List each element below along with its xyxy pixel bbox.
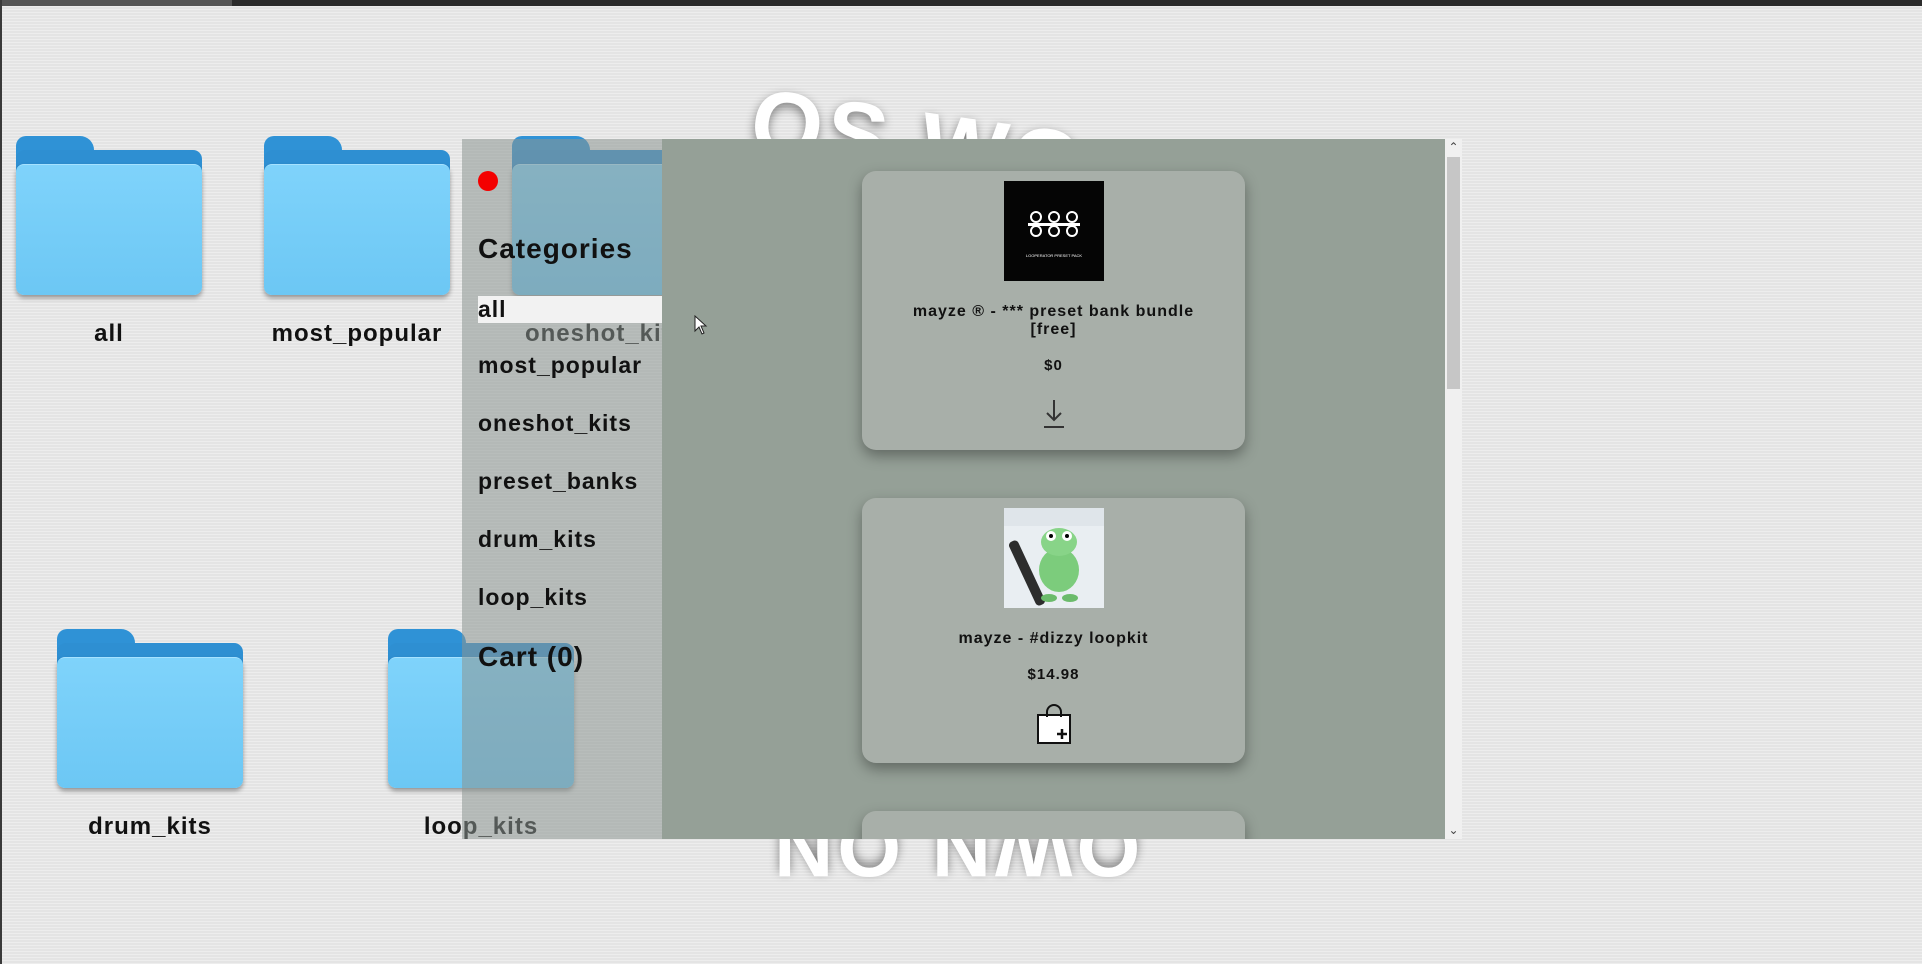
category-all[interactable]: all	[478, 296, 662, 323]
folder-drum-kits[interactable]: drum_kits	[55, 629, 245, 841]
cart-button[interactable]: Cart (0)	[478, 641, 584, 673]
folder-icon	[57, 629, 243, 788]
scrollbar-thumb[interactable]	[1447, 157, 1460, 389]
folder-label: drum_kits	[88, 813, 212, 840]
browser-top-bar	[0, 0, 1922, 6]
mouse-cursor-icon	[694, 314, 708, 340]
product-card: mayze - #dizzy loopkit $14.98	[862, 498, 1245, 763]
scroll-up-icon[interactable]: ⌃	[1445, 139, 1462, 156]
category-preset-banks[interactable]: preset_banks	[478, 468, 638, 495]
add-to-cart-icon[interactable]	[1034, 703, 1074, 744]
product-thumbnail: LOOPERATOR PRESET PACK	[1003, 181, 1104, 281]
category-drum-kits[interactable]: drum_kits	[478, 526, 597, 553]
folder-icon	[264, 136, 450, 295]
download-icon[interactable]	[1034, 394, 1074, 434]
categories-title: Categories	[478, 233, 633, 264]
product-name: mayze - #dizzy loopkit	[958, 630, 1149, 647]
category-loop-kits[interactable]: loop_kits	[478, 584, 588, 611]
folder-most-popular[interactable]: most_popular	[262, 136, 452, 348]
scroll-down-icon[interactable]: ⌄	[1445, 822, 1462, 839]
product-price: $0	[1044, 357, 1063, 374]
folder-label: most_popular	[271, 320, 443, 347]
product-card: LOOPERATOR PRESET PACK mayze ® - *** pre…	[862, 171, 1245, 450]
product-list[interactable]: LOOPERATOR PRESET PACK mayze ® - *** pre…	[662, 139, 1445, 839]
product-card	[862, 811, 1245, 839]
product-name: mayze ® - *** preset bank bundle [free]	[912, 303, 1195, 338]
folder-icon	[16, 136, 202, 295]
close-button[interactable]	[478, 171, 498, 191]
window-edge	[0, 0, 2, 964]
folder-label: all	[94, 320, 124, 347]
scrollbar[interactable]: ⌃ ⌄	[1445, 139, 1462, 839]
category-oneshot-kits[interactable]: oneshot_kits	[478, 410, 632, 437]
svg-text:LOOPERATOR PRESET PACK: LOOPERATOR PRESET PACK	[1025, 253, 1081, 258]
product-price: $14.98	[1027, 666, 1080, 683]
categories-sidebar: Categories all most_popular oneshot_kits…	[462, 139, 662, 839]
product-thumbnail	[1003, 508, 1104, 608]
category-most-popular[interactable]: most_popular	[478, 352, 642, 379]
folder-all[interactable]: all	[14, 136, 204, 348]
shop-window: Categories all most_popular oneshot_kits…	[462, 139, 1462, 839]
